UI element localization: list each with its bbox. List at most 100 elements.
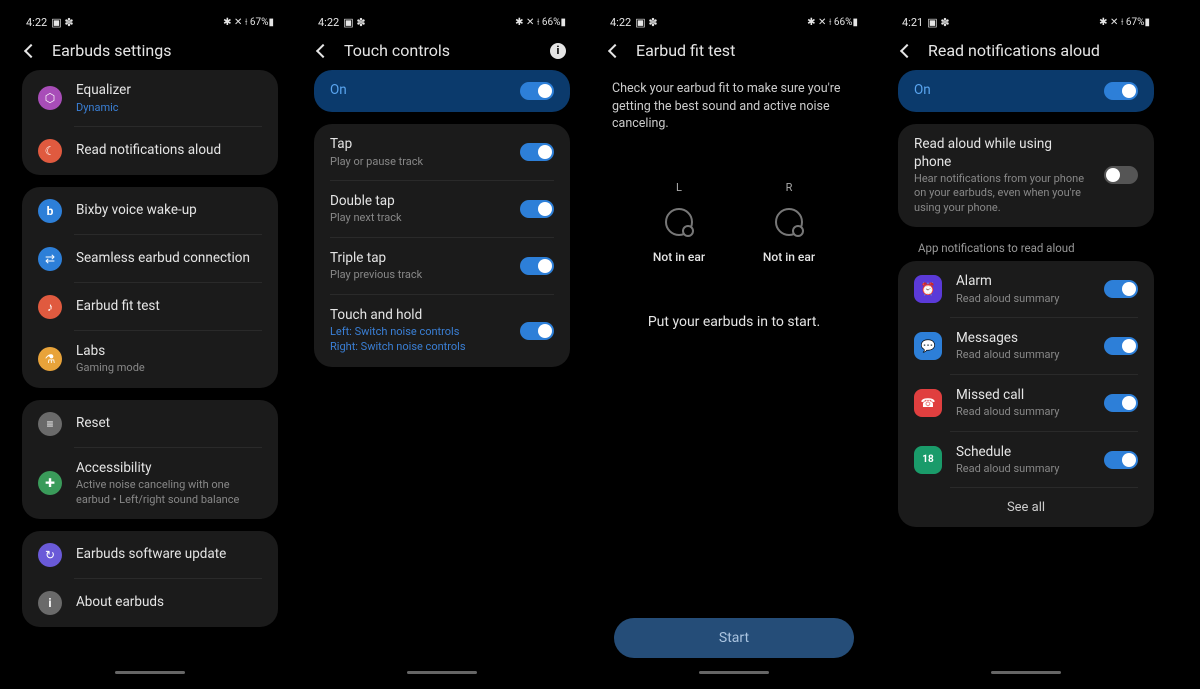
- row-seamless[interactable]: ⇄ Seamless earbud connection: [22, 235, 278, 283]
- row-master-toggle[interactable]: On: [898, 70, 1154, 112]
- row-app-alarm[interactable]: ⏰ Alarm Read aloud summary: [898, 261, 1154, 318]
- seamless-icon: ⇄: [38, 247, 62, 271]
- row-app-messages[interactable]: 💬 Messages Read aloud summary: [898, 318, 1154, 375]
- alarm-icon: ⏰: [914, 275, 942, 303]
- row-tap[interactable]: Tap Play or pause track: [314, 124, 570, 181]
- info-icon[interactable]: i: [550, 43, 566, 59]
- row-labs[interactable]: ⚗ Labs Gaming mode: [22, 331, 278, 388]
- row-title: Earbuds software update: [76, 546, 262, 564]
- row-touch-hold[interactable]: Touch and hold Left: Switch noise contro…: [314, 295, 570, 367]
- toggle-missed-call[interactable]: [1104, 394, 1138, 412]
- toggle-touch-hold[interactable]: [520, 322, 554, 340]
- row-accessibility[interactable]: ✚ Accessibility Active noise canceling w…: [22, 448, 278, 519]
- nav-handle[interactable]: [699, 671, 769, 674]
- row-title: Bixby voice wake-up: [76, 202, 262, 220]
- row-app-missed-call[interactable]: ☎ Missed call Read aloud summary: [898, 375, 1154, 432]
- page-title: Earbud fit test: [636, 41, 735, 60]
- status-icons-left: ▣ ✽: [343, 16, 365, 29]
- header: Read notifications aloud: [886, 31, 1166, 70]
- row-master-toggle[interactable]: On: [314, 70, 570, 112]
- nav-handle[interactable]: [115, 671, 185, 674]
- row-sub: Hear notifications from your phone on yo…: [914, 172, 1090, 215]
- messages-icon: 💬: [914, 332, 942, 360]
- toggle-read-while-phone[interactable]: [1104, 166, 1138, 184]
- page-title: Read notifications aloud: [928, 41, 1100, 60]
- row-read-notifications[interactable]: ☾ Read notifications aloud: [22, 127, 278, 175]
- row-title: Messages: [956, 330, 1090, 348]
- toggle-triple-tap[interactable]: [520, 257, 554, 275]
- row-software-update[interactable]: ↻ Earbuds software update: [22, 531, 278, 579]
- accessibility-icon: ✚: [38, 471, 62, 495]
- on-label: On: [330, 82, 506, 100]
- toggle-master[interactable]: [1104, 82, 1138, 100]
- row-title: Tap: [330, 136, 506, 154]
- toggle-messages[interactable]: [1104, 337, 1138, 355]
- row-sub: Dynamic: [76, 101, 262, 115]
- row-sub: Read aloud summary: [956, 405, 1090, 419]
- see-all-button[interactable]: See all: [898, 488, 1154, 527]
- row-reset[interactable]: ≡ Reset: [22, 400, 278, 448]
- status-icons-right: ✱ ✕ ⟊ 67%▮: [1099, 17, 1150, 28]
- row-about[interactable]: i About earbuds: [22, 579, 278, 627]
- earbud-label-r: R: [786, 181, 793, 194]
- row-read-while-phone[interactable]: Read aloud while using phone Hear notifi…: [898, 124, 1154, 227]
- back-icon[interactable]: [316, 43, 330, 57]
- earbud-right: R Not in ear: [763, 181, 815, 264]
- row-title: Seamless earbud connection: [76, 250, 262, 268]
- nav-handle[interactable]: [991, 671, 1061, 674]
- toggle-schedule[interactable]: [1104, 451, 1138, 469]
- row-sub: Active noise canceling with one earbud •…: [76, 478, 262, 507]
- status-icons-left: ▣ ✽: [51, 16, 73, 29]
- row-app-schedule[interactable]: 18 Schedule Read aloud summary: [898, 432, 1154, 489]
- header: Touch controls i: [302, 31, 582, 70]
- row-title: Read aloud while using phone: [914, 136, 1090, 171]
- row-triple-tap[interactable]: Triple tap Play previous track: [314, 238, 570, 295]
- earbud-label-l: L: [676, 181, 682, 194]
- earbud-icon-r: [775, 208, 803, 236]
- schedule-icon: 18: [914, 446, 942, 474]
- earbud-status-r: Not in ear: [763, 250, 815, 264]
- toggle-alarm[interactable]: [1104, 280, 1138, 298]
- status-time: 4:22: [610, 16, 631, 29]
- bixby-icon: b: [38, 199, 62, 223]
- back-icon[interactable]: [900, 43, 914, 57]
- earbud-left: L Not in ear: [653, 181, 705, 264]
- row-fit-test[interactable]: ♪ Earbud fit test: [22, 283, 278, 331]
- on-label: On: [914, 82, 1090, 100]
- status-bar: 4:22▣ ✽ ✱ ✕ ⟊ 67%▮: [10, 10, 290, 31]
- missed-call-icon: ☎: [914, 389, 942, 417]
- nav-handle[interactable]: [407, 671, 477, 674]
- page-title: Touch controls: [344, 41, 450, 60]
- prompt-text: Put your earbuds in to start.: [594, 284, 874, 360]
- status-time: 4:21: [902, 16, 923, 29]
- toggle-tap[interactable]: [520, 143, 554, 161]
- update-icon: ↻: [38, 543, 62, 567]
- start-button[interactable]: Start: [614, 618, 854, 658]
- about-icon: i: [38, 591, 62, 615]
- labs-icon: ⚗: [38, 347, 62, 371]
- status-bar: 4:22▣ ✽ ✱ ✕ ⟊ 66%▮: [594, 10, 874, 31]
- row-title: About earbuds: [76, 594, 262, 612]
- status-icons-left: ▣ ✽: [635, 16, 657, 29]
- screen-touch-controls: 4:22▣ ✽ ✱ ✕ ⟊ 66%▮ Touch controls i On T…: [302, 10, 582, 678]
- row-title: Schedule: [956, 444, 1090, 462]
- status-icons-right: ✱ ✕ ⟊ 67%▮: [223, 17, 274, 28]
- row-equalizer[interactable]: ⬡ Equalizer Dynamic: [22, 70, 278, 127]
- header: Earbud fit test: [594, 31, 874, 70]
- earbud-status-l: Not in ear: [653, 250, 705, 264]
- row-sub-right: Right: Switch noise controls: [330, 340, 506, 354]
- row-title: Read notifications aloud: [76, 142, 262, 160]
- toggle-master[interactable]: [520, 82, 554, 100]
- row-double-tap[interactable]: Double tap Play next track: [314, 181, 570, 238]
- row-bixby[interactable]: b Bixby voice wake-up: [22, 187, 278, 235]
- back-icon[interactable]: [608, 43, 622, 57]
- row-title: Reset: [76, 415, 262, 433]
- status-bar: 4:22▣ ✽ ✱ ✕ ⟊ 66%▮: [302, 10, 582, 31]
- row-sub: Read aloud summary: [956, 348, 1090, 362]
- row-title: Labs: [76, 343, 262, 361]
- row-title: Accessibility: [76, 460, 262, 478]
- toggle-double-tap[interactable]: [520, 200, 554, 218]
- row-title: Equalizer: [76, 82, 262, 100]
- row-sub: Play or pause track: [330, 155, 506, 169]
- back-icon[interactable]: [24, 43, 38, 57]
